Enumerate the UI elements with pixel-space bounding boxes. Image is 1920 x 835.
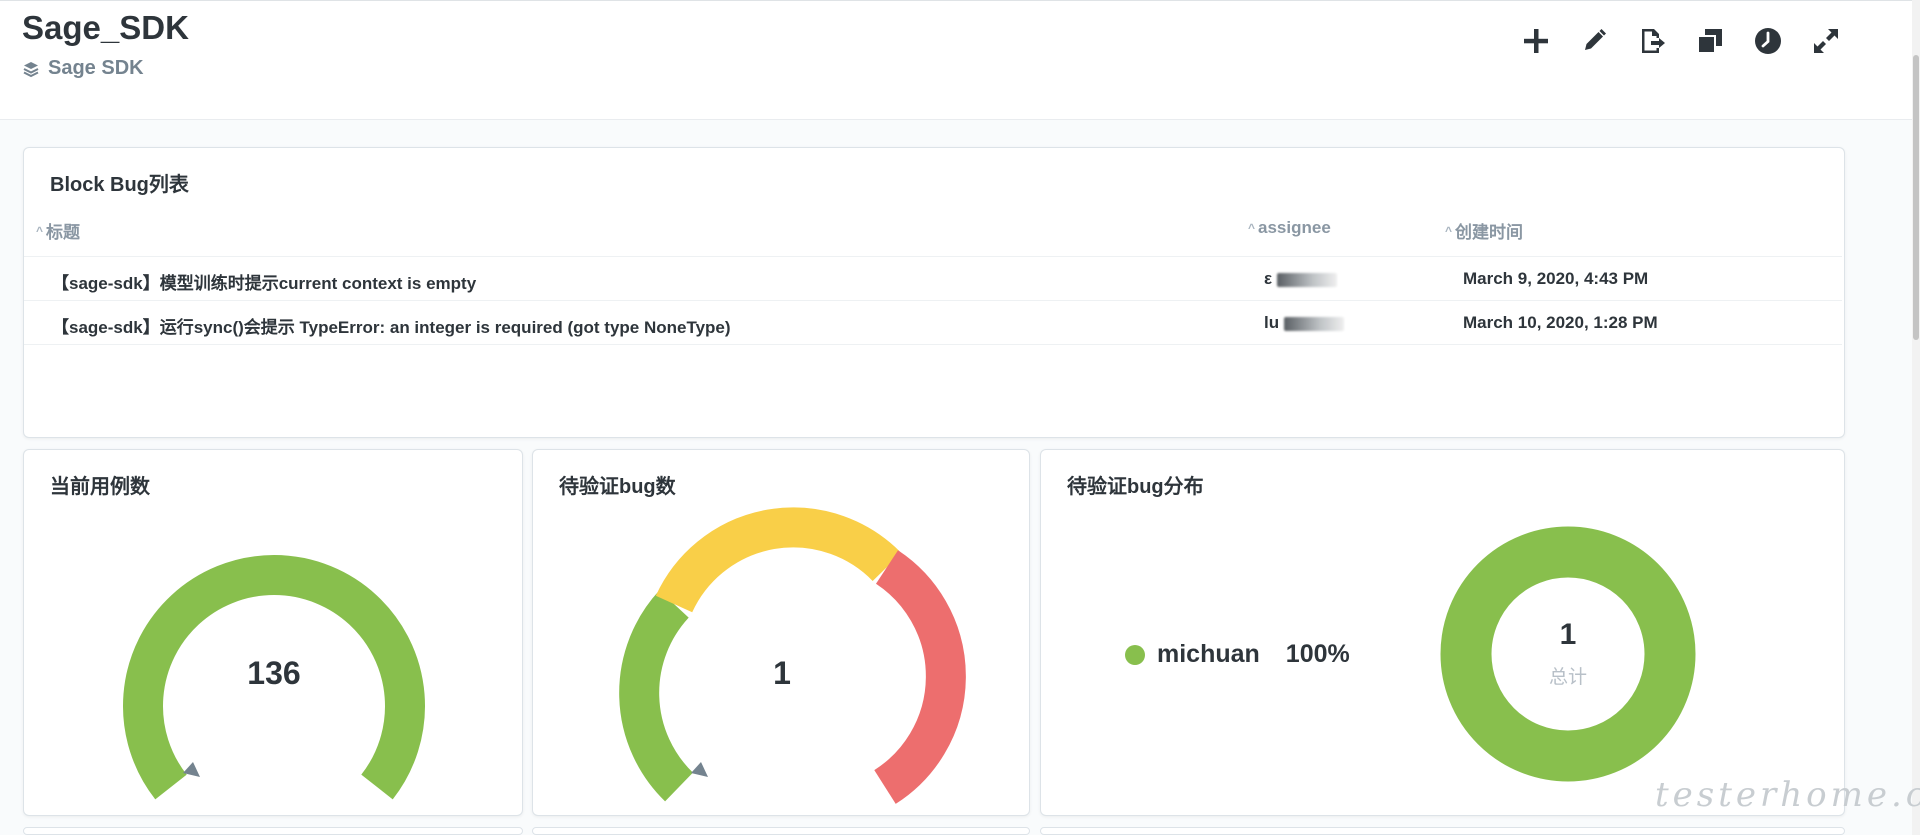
column-header-title[interactable]: ^ 标题 [36, 218, 80, 243]
legend-percent: 100% [1285, 640, 1350, 668]
export-button[interactable] [1634, 23, 1669, 58]
legend-name: michuan [1157, 640, 1260, 668]
case-count-value: 136 [247, 655, 301, 691]
redaction-blur [1276, 272, 1337, 287]
pending-bug-count-card: 待验证bug数 1 [532, 449, 1030, 816]
case-count-gauge [123, 555, 425, 800]
column-header-assignee[interactable]: ^ assignee [1248, 218, 1331, 238]
history-icon [1754, 27, 1781, 54]
pending-bug-gauge [619, 507, 966, 804]
add-icon [1523, 28, 1548, 53]
block-bug-table-card: Block Bug列表 ^ 标题 ^ assignee ^ 创建时间 【sage-sd… [23, 147, 1845, 438]
export-icon [1641, 28, 1665, 53]
gauge-needle-marker [691, 762, 708, 777]
pending-bug-value: 1 [773, 655, 791, 691]
next-card-partial [532, 827, 1030, 835]
row-created: March 10, 2020, 1:28 PM [1463, 313, 1658, 332]
page-scrollbar[interactable] [1912, 0, 1920, 835]
row-title[interactable]: 【sage-sdk】模型训练时提示current context is empt… [52, 269, 476, 294]
fullscreen-icon [1813, 28, 1838, 53]
collection-breadcrumb[interactable]: Sage SDK [22, 57, 144, 80]
legend-dot [1125, 644, 1145, 665]
sort-caret-icon: ^ [1248, 221, 1256, 235]
bug-distribution-donut [1440, 526, 1696, 782]
gauge-arc-green [619, 590, 694, 802]
edit-icon [1584, 28, 1606, 50]
fullscreen-button[interactable] [1808, 23, 1843, 58]
table-card-title: Block Bug列表 [50, 174, 189, 196]
edit-dashboard-button[interactable] [1576, 23, 1611, 58]
dashboard-header: Sage_SDK Sage SDK [0, 0, 1912, 120]
duplicate-icon [1696, 28, 1722, 54]
collection-name: Sage SDK [48, 57, 144, 79]
case-count-card: 当前用例数 136 [23, 449, 523, 816]
collection-stack-icon [23, 61, 39, 77]
column-header-created[interactable]: ^ 创建时间 [1445, 218, 1523, 243]
next-card-partial [23, 827, 523, 835]
row-assignee: ε [1264, 269, 1337, 289]
dashboard-toolbar [1518, 23, 1843, 58]
donut-total-label: 总计 [1548, 667, 1588, 688]
gauge-arc-red [873, 550, 966, 804]
add-question-button[interactable] [1518, 23, 1553, 58]
row-assignee: lu [1264, 313, 1344, 333]
row-title[interactable]: 【sage-sdk】运行sync()会提示 TypeError: an inte… [52, 313, 731, 338]
donut-total-value: 1 [1559, 618, 1577, 651]
scrollbar-thumb[interactable] [1913, 55, 1919, 340]
table-row[interactable]: 【sage-sdk】运行sync()会提示 TypeError: an inte… [24, 300, 1842, 345]
legend-item-michuan[interactable]: michuan 100% [1125, 640, 1350, 669]
watermark: testerhome.com [1655, 775, 1920, 815]
bug-distribution-card: 待验证bug分布 1 总计 [1040, 449, 1845, 816]
redaction-blur [1283, 316, 1344, 331]
sort-caret-icon: ^ [36, 223, 44, 238]
dashboard-title: Sage_SDK [22, 9, 189, 46]
row-created: March 9, 2020, 4:43 PM [1463, 269, 1649, 288]
revision-history-button[interactable] [1750, 23, 1785, 58]
table-row[interactable]: 【sage-sdk】模型训练时提示current context is empt… [24, 256, 1842, 301]
duplicate-button[interactable] [1692, 23, 1727, 58]
sort-caret-icon: ^ [1445, 223, 1453, 238]
gauge-arc-yellow [655, 507, 902, 613]
next-card-partial [1040, 827, 1845, 835]
donut-slice-michuan [1440, 526, 1696, 782]
